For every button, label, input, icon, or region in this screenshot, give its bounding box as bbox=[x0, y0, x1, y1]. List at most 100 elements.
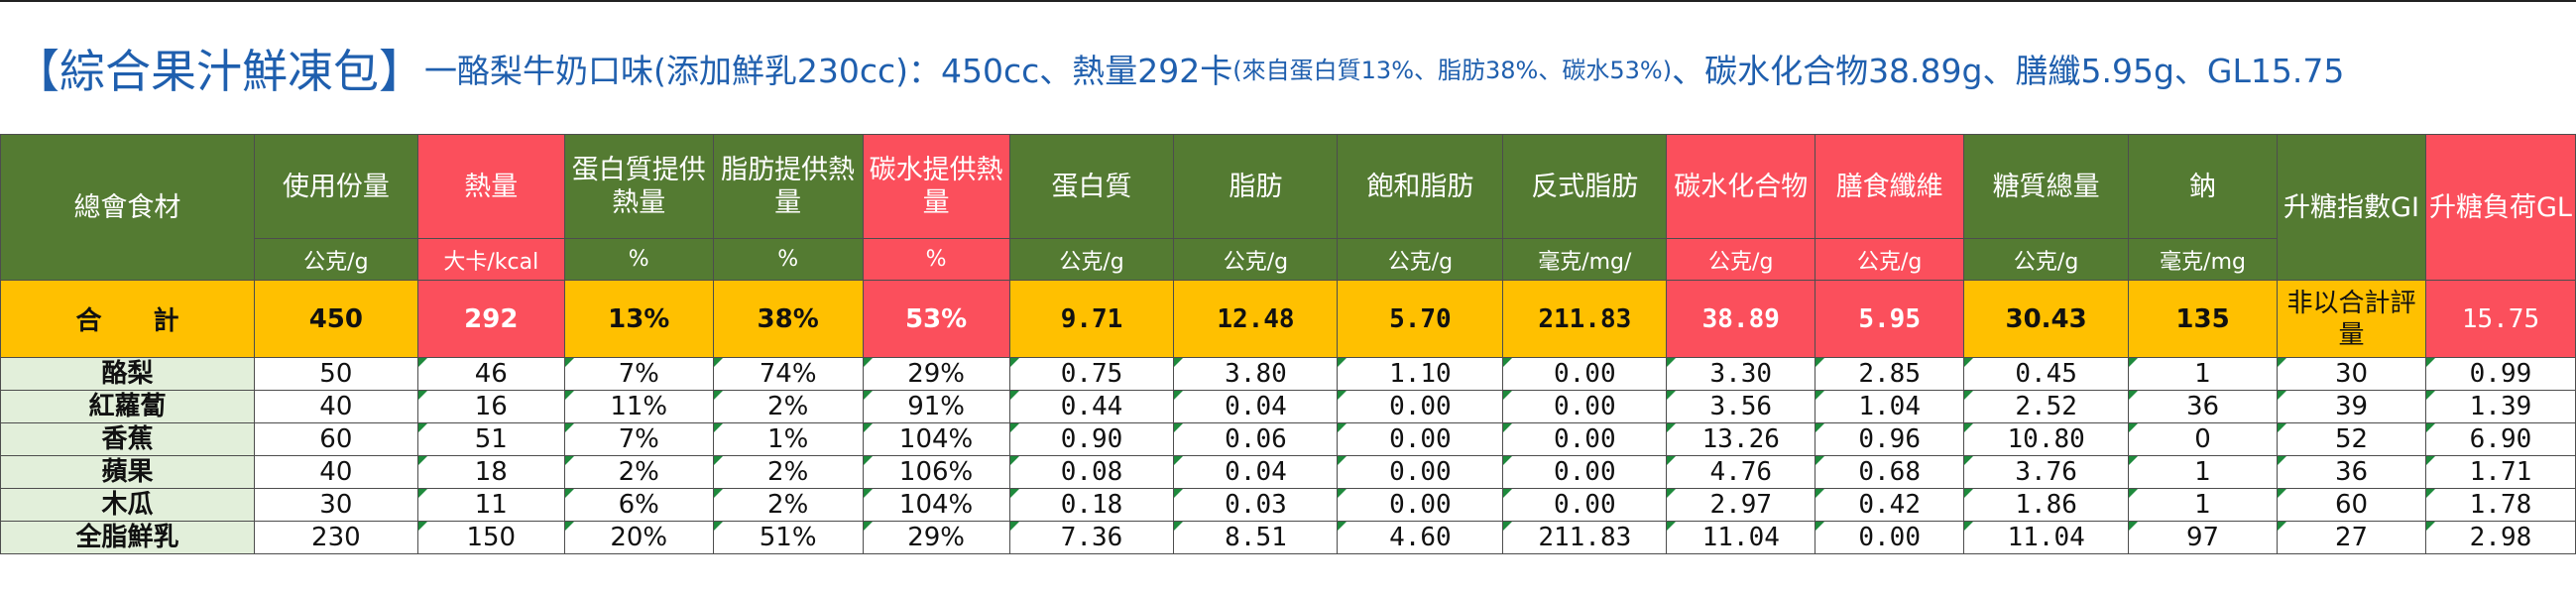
nutrition-table: 總會食材 使用份量 熱量 蛋白質提供熱量 脂肪提供熱量 碳水提供熱量 蛋白質 脂… bbox=[0, 134, 2576, 554]
unit-cell: 公克/g bbox=[1963, 238, 2130, 281]
ingredient-cell: 0.90 bbox=[1008, 422, 1175, 456]
ingredient-cell: 2% bbox=[712, 390, 864, 423]
ingredient-cell: 18 bbox=[416, 455, 565, 489]
ingredient-cell: 3.76 bbox=[1963, 455, 2130, 489]
ingredient-cell: 0.08 bbox=[1008, 455, 1175, 489]
ingredient-cell: 0.00 bbox=[1502, 422, 1668, 456]
ingredient-cell: 2.52 bbox=[1963, 390, 2130, 423]
unit-cell: 公克/g bbox=[1008, 238, 1175, 281]
ingredient-cell: 7% bbox=[563, 422, 714, 456]
ingredient-cell: 2% bbox=[712, 455, 864, 489]
unit-row: 公克/g 大卡/kcal % % % 公克/g 公克/g 公克/g 毫克/mg/… bbox=[1, 238, 2576, 281]
ingredient-cell: 6.90 bbox=[2424, 422, 2576, 456]
ingredient-cell: 0.68 bbox=[1815, 455, 1965, 489]
ingredient-cell: 0 bbox=[2128, 422, 2279, 456]
ingredient-cell: 106% bbox=[862, 455, 1010, 489]
ingredient-cell: 20% bbox=[563, 521, 714, 554]
ingredient-cell: 1% bbox=[712, 422, 864, 456]
ingredient-cell: 29% bbox=[862, 357, 1010, 391]
title-product: 一酪梨牛奶口味(添加鮮乳230cc)：450cc、熱量292卡 bbox=[424, 51, 1233, 90]
ingredient-cell: 4.76 bbox=[1666, 455, 1816, 489]
total-cell: 292 bbox=[416, 280, 565, 358]
ingredient-cell: 1.86 bbox=[1963, 488, 2130, 522]
total-cell: 38% bbox=[712, 280, 864, 358]
ingredient-cell: 1 bbox=[2128, 488, 2279, 522]
ingredient-cell: 97 bbox=[2128, 521, 2279, 554]
ingredient-cell: 0.00 bbox=[1502, 455, 1668, 489]
title-main: 【綜合果汁鮮凍包】 bbox=[14, 44, 424, 98]
ingredient-cell: 0.99 bbox=[2424, 357, 2576, 391]
total-cell: 9.71 bbox=[1008, 280, 1175, 358]
ingredient-row: 酪梨 50 46 7% 74% 29% 0.75 3.80 1.10 0.00 3.30 2.85 0.… bbox=[0, 357, 2576, 391]
ingredient-cell: 30 bbox=[253, 488, 418, 522]
ingredient-cell: 39 bbox=[2277, 390, 2426, 423]
ingredient-cell: 30 bbox=[2277, 357, 2426, 391]
unit-cell: 毫克/mg bbox=[2128, 238, 2279, 281]
ingredient-cell: 2% bbox=[712, 488, 864, 522]
ingredient-cell: 0.00 bbox=[1337, 488, 1504, 522]
unit-cell: 公克/g bbox=[1337, 238, 1504, 281]
ingredient-cell: 29% bbox=[862, 521, 1010, 554]
header-protein: 蛋白質 bbox=[1008, 134, 1175, 239]
ingredient-cell: 0.03 bbox=[1173, 488, 1339, 522]
ingredient-cell: 13.26 bbox=[1666, 422, 1816, 456]
ingredient-cell: 150 bbox=[416, 521, 565, 554]
ingredient-cell: 0.75 bbox=[1008, 357, 1175, 391]
ingredient-cell: 3.80 bbox=[1173, 357, 1339, 391]
ingredient-row: 全脂鮮乳 230 150 20% 51% 29% 7.36 8.51 4.60 211.83 11.… bbox=[0, 521, 2576, 554]
ingredient-name: 全脂鮮乳 bbox=[0, 521, 255, 554]
unit-cell: 大卡/kcal bbox=[416, 238, 565, 281]
ingredient-cell: 0.04 bbox=[1173, 455, 1339, 489]
ingredient-cell: 8.51 bbox=[1173, 521, 1339, 554]
ingredient-cell: 74% bbox=[712, 357, 864, 391]
header-ingredient: 總會食材 bbox=[0, 134, 255, 281]
ingredient-cell: 27 bbox=[2277, 521, 2426, 554]
ingredient-cell: 1.04 bbox=[1815, 390, 1965, 423]
ingredient-cell: 50 bbox=[253, 357, 418, 391]
ingredient-row: 木瓜 30 11 6% 2% 104% 0.18 0.03 0.00 0.00 2.97 0.42 1.… bbox=[0, 488, 2576, 522]
ingredient-cell: 60 bbox=[253, 422, 418, 456]
ingredient-cell: 7.36 bbox=[1008, 521, 1175, 554]
ingredient-cell: 11.04 bbox=[1963, 521, 2130, 554]
ingredient-row: 蘋果 40 18 2% 2% 106% 0.08 0.04 0.00 0.00 4.76 0.68 3.… bbox=[0, 455, 2576, 489]
ingredient-cell: 60 bbox=[2277, 488, 2426, 522]
unit-cell: % bbox=[563, 238, 714, 281]
ingredient-cell: 1.71 bbox=[2424, 455, 2576, 489]
ingredient-cell: 2.97 bbox=[1666, 488, 1816, 522]
ingredient-cell: 11.04 bbox=[1666, 521, 1816, 554]
ingredient-cell: 4.60 bbox=[1337, 521, 1504, 554]
total-cell: 135 bbox=[2128, 280, 2279, 358]
ingredient-cell: 0.00 bbox=[1337, 422, 1504, 456]
ingredient-cell: 40 bbox=[253, 455, 418, 489]
header-carbohydrate: 碳水化合物 bbox=[1666, 134, 1816, 239]
ingredient-name: 紅蘿蔔 bbox=[0, 390, 255, 423]
total-cell: 12.48 bbox=[1173, 280, 1339, 358]
total-cell: 13% bbox=[563, 280, 714, 358]
ingredient-cell: 7% bbox=[563, 357, 714, 391]
unit-cell: 公克/g bbox=[1815, 238, 1965, 281]
header-gi: 升糖指數GI bbox=[2277, 134, 2426, 281]
header-protein-energy: 蛋白質提供熱量 bbox=[563, 134, 714, 239]
total-cell: 5.95 bbox=[1815, 280, 1965, 358]
ingredient-cell: 0.04 bbox=[1173, 390, 1339, 423]
ingredient-cell: 36 bbox=[2128, 390, 2279, 423]
title-tail: 、碳水化合物38.89g、膳纖5.95g、GL15.75 bbox=[1672, 51, 2345, 90]
ingredient-cell: 2% bbox=[563, 455, 714, 489]
unit-cell: 公克/g bbox=[1666, 238, 1816, 281]
header-trans-fat: 反式脂肪 bbox=[1502, 134, 1668, 239]
unit-cell: % bbox=[862, 238, 1010, 281]
header-sodium: 鈉 bbox=[2128, 134, 2279, 239]
ingredient-cell: 0.00 bbox=[1337, 455, 1504, 489]
ingredient-cell: 11% bbox=[563, 390, 714, 423]
total-row: 合 計 450 292 13% 38% 53% 9.71 12.48 5.70 … bbox=[0, 280, 2576, 358]
ingredient-cell: 2.85 bbox=[1815, 357, 1965, 391]
total-cell: 450 bbox=[253, 280, 418, 358]
ingredient-cell: 36 bbox=[2277, 455, 2426, 489]
total-cell: 15.75 bbox=[2424, 280, 2576, 358]
ingredient-name: 香蕉 bbox=[0, 422, 255, 456]
ingredient-cell: 0.00 bbox=[1337, 390, 1504, 423]
total-cell: 53% bbox=[862, 280, 1010, 358]
ingredient-cell: 211.83 bbox=[1502, 521, 1668, 554]
unit-cell: % bbox=[712, 238, 864, 281]
total-cell: 211.83 bbox=[1502, 280, 1668, 358]
